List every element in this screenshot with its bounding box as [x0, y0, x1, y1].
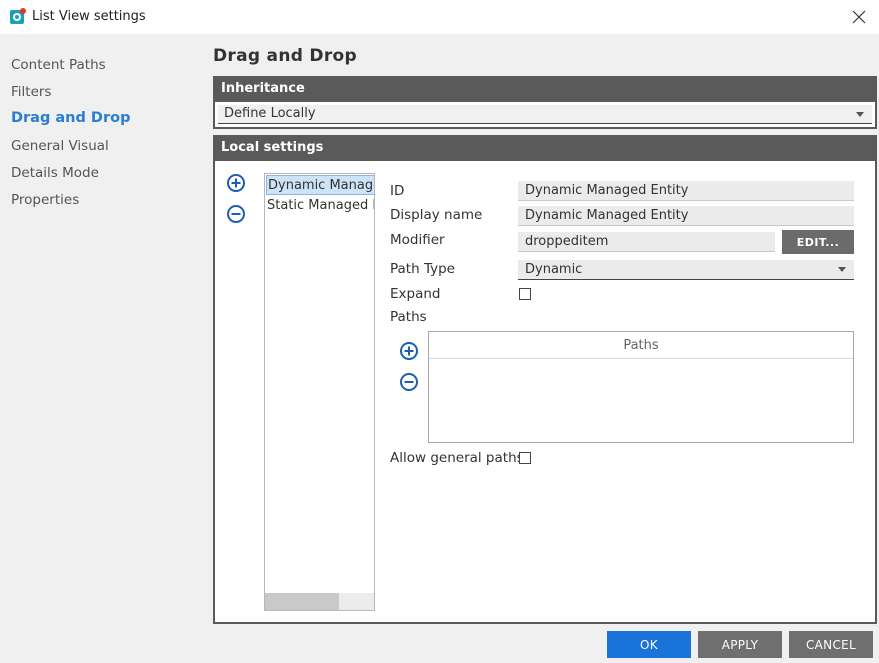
- display-name-field[interactable]: Dynamic Managed Entity: [518, 206, 854, 226]
- close-button[interactable]: [839, 0, 879, 34]
- main-panel: Drag and Drop Inheritance Define Locally…: [202, 34, 879, 626]
- expand-label: Expand: [390, 286, 441, 302]
- app-icon: [10, 8, 26, 24]
- horizontal-scrollbar[interactable]: [265, 593, 374, 610]
- sidebar-item-drag-and-drop[interactable]: Drag and Drop: [11, 110, 130, 126]
- list-item[interactable]: Static Managed Entity: [266, 196, 374, 216]
- inheritance-value: Define Locally: [224, 106, 316, 121]
- inheritance-header: Inheritance: [213, 76, 877, 102]
- footer: OK APPLY CANCEL: [0, 626, 879, 663]
- sidebar-item-filters[interactable]: Filters: [11, 84, 51, 100]
- list-item[interactable]: Dynamic Managed Entity: [266, 175, 374, 195]
- ok-button[interactable]: OK: [607, 631, 691, 658]
- paths-column-header[interactable]: Paths: [429, 332, 853, 359]
- expand-checkbox[interactable]: [519, 288, 531, 300]
- inheritance-box: Define Locally: [213, 102, 877, 129]
- sidebar-item-properties[interactable]: Properties: [11, 192, 79, 208]
- modifier-label: Modifier: [390, 232, 445, 248]
- sidebar-item-content-paths[interactable]: Content Paths: [11, 57, 106, 73]
- chevron-down-icon: [838, 267, 846, 272]
- close-icon: [852, 10, 866, 24]
- sidebar-item-details-mode[interactable]: Details Mode: [11, 165, 99, 181]
- sidebar: Content Paths Filters Drag and Drop Gene…: [0, 34, 202, 626]
- chevron-down-icon: [856, 112, 864, 117]
- remove-item-icon[interactable]: [226, 204, 246, 224]
- paths-label: Paths: [390, 309, 427, 325]
- scrollbar-thumb[interactable]: [265, 593, 339, 610]
- allow-general-paths-label: Allow general paths: [390, 450, 524, 466]
- local-settings-header: Local settings: [213, 135, 877, 161]
- modifier-field[interactable]: droppeditem: [518, 232, 775, 252]
- add-path-icon[interactable]: [399, 341, 419, 361]
- sidebar-item-general-visual[interactable]: General Visual: [11, 138, 109, 154]
- path-type-label: Path Type: [390, 261, 455, 277]
- local-settings-panel: Dynamic Managed Entity Static Managed En…: [213, 161, 877, 624]
- edit-modifier-button[interactable]: EDIT...: [782, 230, 854, 254]
- id-field[interactable]: Dynamic Managed Entity: [518, 181, 854, 201]
- remove-path-icon[interactable]: [399, 372, 419, 392]
- apply-button[interactable]: APPLY: [698, 631, 782, 658]
- path-type-select[interactable]: Dynamic: [518, 260, 854, 280]
- add-item-icon[interactable]: [226, 173, 246, 193]
- entity-list[interactable]: Dynamic Managed Entity Static Managed En…: [264, 173, 375, 611]
- id-label: ID: [390, 183, 405, 199]
- window-title: List View settings: [32, 9, 146, 24]
- page-title: Drag and Drop: [213, 46, 357, 66]
- cancel-button[interactable]: CANCEL: [789, 631, 873, 658]
- allow-general-paths-checkbox[interactable]: [519, 452, 531, 464]
- path-type-value: Dynamic: [525, 262, 583, 277]
- paths-table[interactable]: Paths: [428, 331, 854, 443]
- display-name-label: Display name: [390, 207, 483, 223]
- inheritance-select[interactable]: Define Locally: [218, 105, 872, 124]
- title-bar: List View settings: [0, 0, 879, 34]
